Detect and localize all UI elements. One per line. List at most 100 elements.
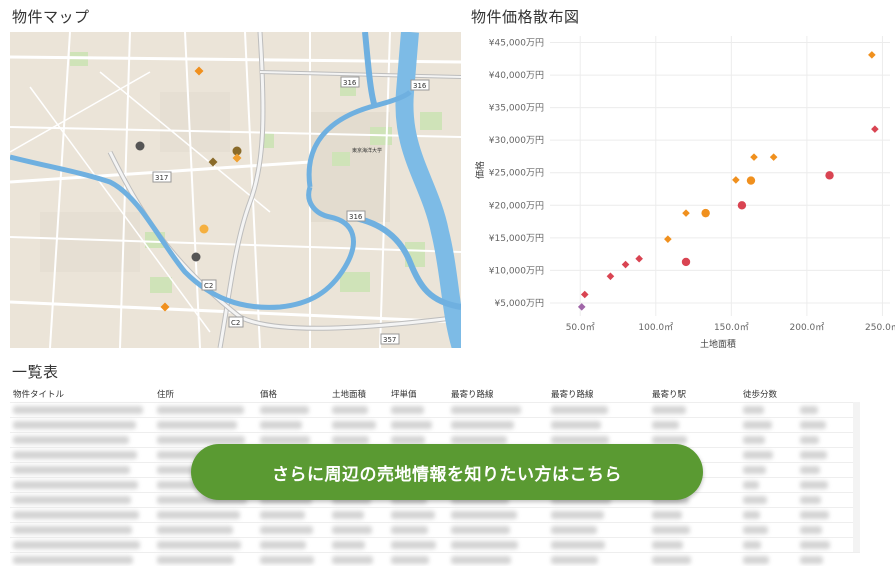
table-cell <box>800 451 827 459</box>
table-cell <box>800 421 826 429</box>
table-cell <box>260 406 309 414</box>
table-cell <box>260 421 302 429</box>
column-header-land-area[interactable]: 土地面積 <box>332 388 366 400</box>
table-cell <box>743 436 765 444</box>
table-cell <box>13 451 137 459</box>
table-header: 物件タイトル 住所 価格 土地面積 坪単価 最寄り路線 最寄り路線 最寄り駅 徒… <box>10 386 860 402</box>
table-cell <box>800 496 821 504</box>
y-tick-label: ¥40,000万円 <box>489 70 544 81</box>
column-header-nearest-line[interactable]: 最寄り路線 <box>451 388 494 400</box>
scatter-point[interactable] <box>701 208 710 218</box>
table-cell <box>743 481 759 489</box>
table-cell <box>652 436 687 444</box>
table-cell <box>800 466 820 474</box>
column-header-tsubo-price[interactable]: 坪単価 <box>391 388 417 400</box>
table-cell <box>13 406 143 414</box>
table-cell <box>551 556 598 564</box>
scatter-point[interactable] <box>737 201 747 210</box>
route-c2-label-2: C2 <box>231 319 240 327</box>
y-axis-ticks: ¥5,000万円 ¥10,000万円 ¥15,000万円 ¥20,000万円 ¥25,0… <box>489 38 544 309</box>
scatter-canvas[interactable]: ¥5,000万円 ¥10,000万円 ¥15,000万円 ¥20,000万円 ¥25,0… <box>470 30 895 355</box>
table-cell <box>800 511 829 519</box>
scatter-point[interactable] <box>664 235 672 243</box>
scatter-point[interactable] <box>580 290 589 299</box>
table-row[interactable] <box>10 537 860 553</box>
table-cell <box>391 541 436 549</box>
table-cell <box>743 541 761 549</box>
x-tick-label: 50.0㎡ <box>566 322 595 333</box>
table-cell <box>551 406 608 414</box>
table-cell <box>743 556 769 564</box>
table-cell <box>13 556 133 564</box>
x-axis-ticks: 50.0㎡ 100.0㎡ 150.0㎡ 200.0㎡ 250.0㎡ <box>566 322 895 333</box>
table-cell <box>391 526 428 534</box>
column-header-nearest-line-2[interactable]: 最寄り路線 <box>551 388 594 400</box>
table-cell <box>551 421 601 429</box>
table-cell <box>260 436 310 444</box>
y-tick-label: ¥10,000万円 <box>489 265 544 276</box>
nearby-listings-button[interactable]: さらに周辺の売地情報を知りたい方はこちら <box>191 444 703 500</box>
table-cell <box>451 511 517 519</box>
table-scrollbar[interactable] <box>853 402 860 552</box>
scatter-point[interactable] <box>746 176 756 185</box>
table-cell <box>551 526 597 534</box>
column-header-price[interactable]: 価格 <box>260 388 277 400</box>
table-cell <box>157 511 240 519</box>
table-row[interactable] <box>10 402 860 418</box>
table-cell <box>451 556 511 564</box>
scatter-point[interactable] <box>577 303 586 311</box>
scatter-point[interactable] <box>606 272 615 281</box>
table-cell <box>260 511 305 519</box>
chart-grid <box>550 36 890 316</box>
scatter-point[interactable] <box>621 260 630 269</box>
table-title: 一覧表 <box>12 363 59 381</box>
table-cell <box>391 406 424 414</box>
table-cell <box>157 556 234 564</box>
price-scatter-chart[interactable]: ¥5,000万円 ¥10,000万円 ¥15,000万円 ¥20,000万円 ¥25,0… <box>470 30 895 355</box>
x-tick-label: 100.0㎡ <box>638 322 673 333</box>
scatter-point[interactable] <box>635 254 643 263</box>
scatter-point[interactable] <box>681 257 691 267</box>
map-marker[interactable] <box>199 224 209 234</box>
chart-points[interactable] <box>577 51 879 311</box>
y-tick-label: ¥20,000万円 <box>489 200 544 211</box>
table-cell <box>652 526 690 534</box>
table-cell <box>13 496 131 504</box>
table-cell <box>391 556 429 564</box>
table-cell <box>260 541 306 549</box>
scatter-point[interactable] <box>868 51 876 59</box>
table-cell <box>743 451 773 459</box>
table-row[interactable] <box>10 522 860 538</box>
scatter-point[interactable] <box>871 125 879 133</box>
scatter-point[interactable] <box>732 176 740 184</box>
scatter-point[interactable] <box>750 153 758 161</box>
scatter-point[interactable] <box>825 171 834 180</box>
map-marker[interactable] <box>135 141 145 151</box>
table-cell <box>743 466 766 474</box>
table-cell <box>551 436 609 444</box>
column-header-title[interactable]: 物件タイトル <box>13 388 64 400</box>
map-marker[interactable] <box>191 252 201 262</box>
table-cell <box>451 436 507 444</box>
table-cell <box>743 421 772 429</box>
table-cell <box>800 436 819 444</box>
table-row[interactable] <box>10 417 860 433</box>
column-header-walk-minutes[interactable]: 徒歩分数 <box>743 388 777 400</box>
table-cell <box>13 481 138 489</box>
table-cell <box>451 421 514 429</box>
scatter-point[interactable] <box>769 153 778 161</box>
map-canvas[interactable]: 316 316 317 316 C2 C2 357 東京海洋大学 <box>10 32 461 348</box>
table-cell <box>800 541 830 549</box>
column-header-nearest-station[interactable]: 最寄り駅 <box>652 388 686 400</box>
table-cell <box>652 541 683 549</box>
table-cell <box>332 421 376 429</box>
scatter-point[interactable] <box>682 209 690 217</box>
table-row[interactable] <box>10 552 860 566</box>
table-cell <box>157 406 244 414</box>
table-cell <box>743 511 760 519</box>
column-header-address[interactable]: 住所 <box>157 388 174 400</box>
table-cell <box>260 556 314 564</box>
property-map[interactable]: 316 316 317 316 C2 C2 357 東京海洋大学 <box>10 32 461 348</box>
y-axis-title: 価格 <box>474 161 486 179</box>
table-row[interactable] <box>10 507 860 523</box>
